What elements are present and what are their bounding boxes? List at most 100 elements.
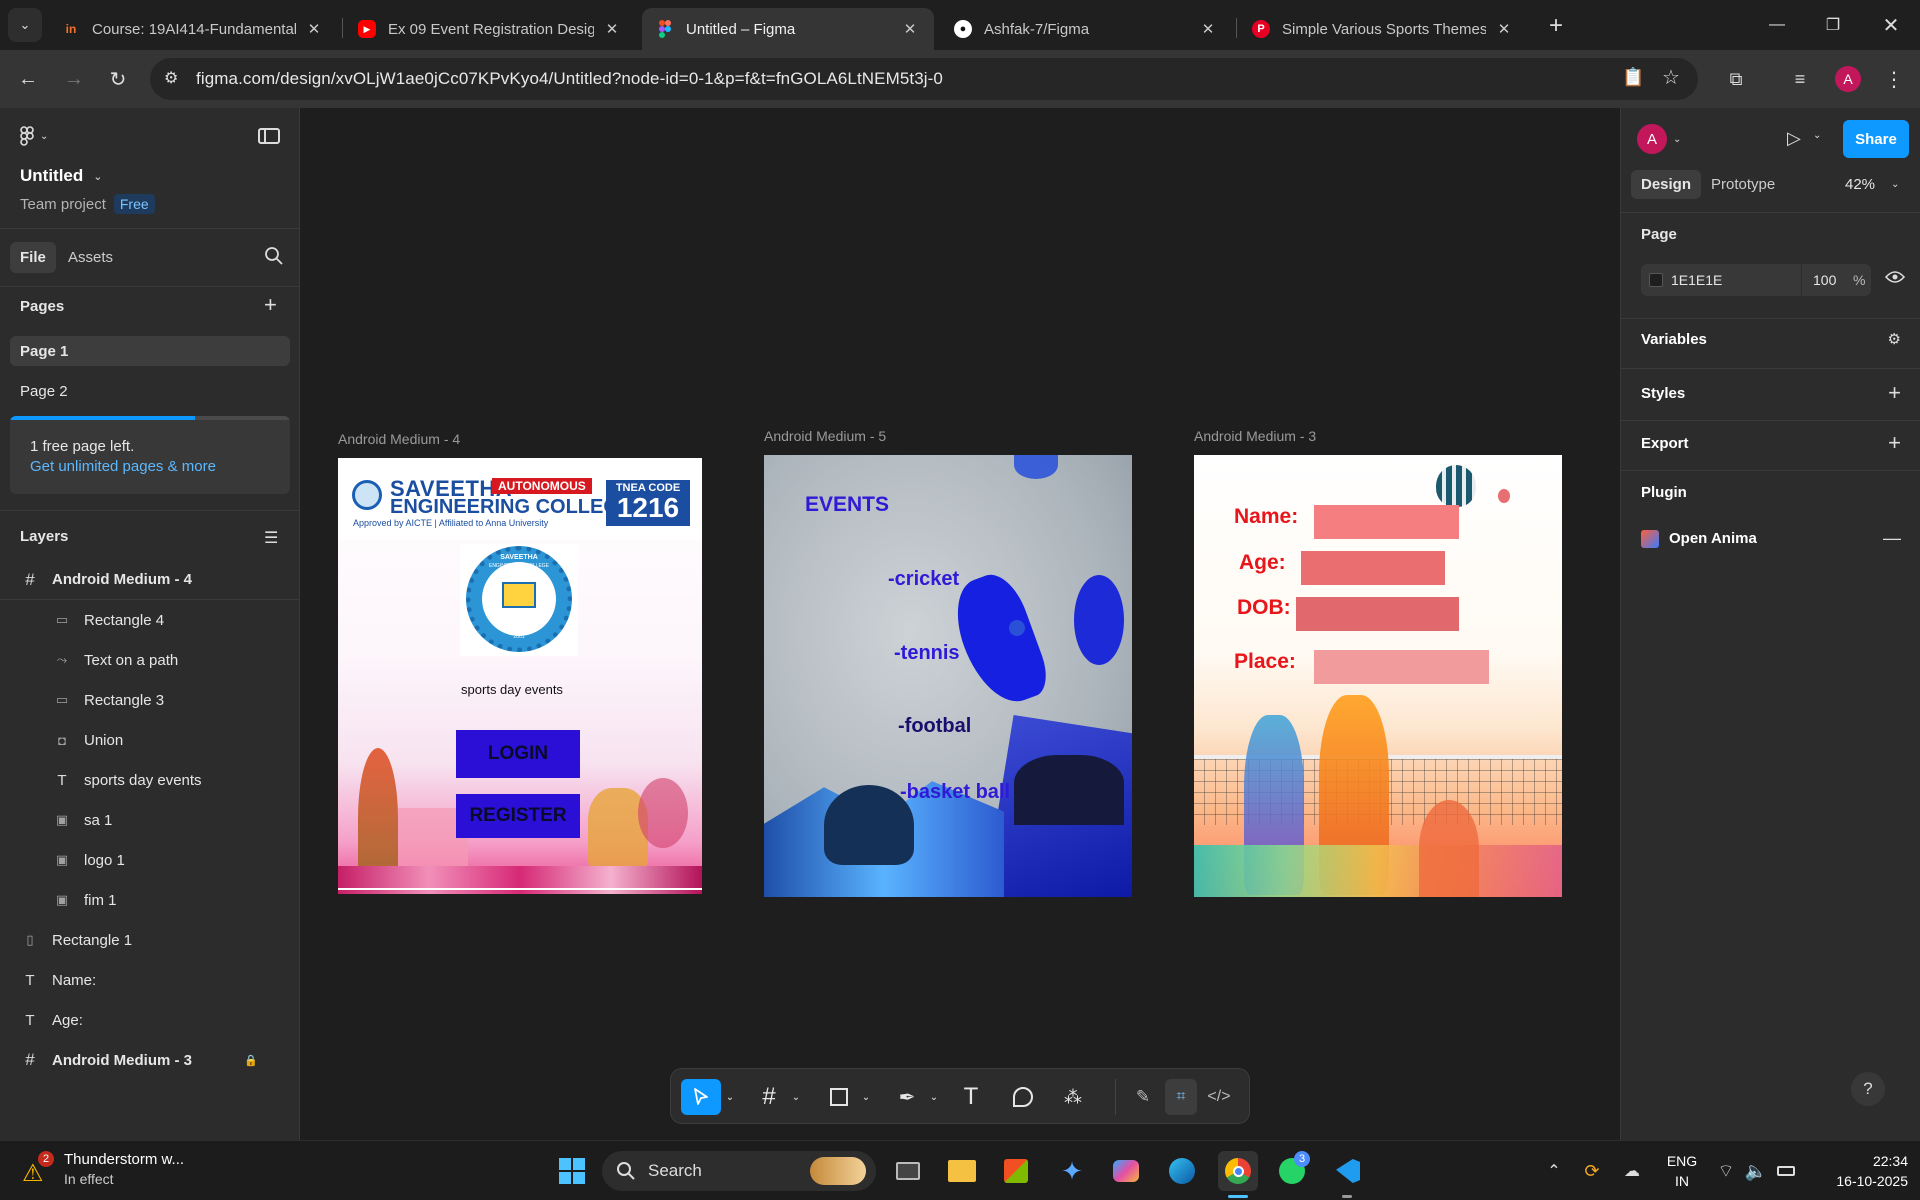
dev-mode-icon[interactable]: </> bbox=[1201, 1079, 1237, 1115]
layer-item[interactable]: T Name: bbox=[0, 960, 299, 1000]
tab-file[interactable]: File bbox=[10, 242, 56, 273]
styles-section[interactable]: Styles + bbox=[1641, 380, 1901, 406]
layer-item[interactable]: ▣ fim 1 bbox=[0, 880, 299, 920]
comment-tool-icon[interactable] bbox=[1005, 1079, 1041, 1115]
layer-item[interactable]: Tsports day events bbox=[0, 760, 299, 800]
actions-tool-icon[interactable]: ⁂ bbox=[1055, 1079, 1091, 1115]
close-icon[interactable]: ✕ bbox=[900, 20, 920, 38]
tab-github[interactable]: ● Ashfak-7/Figma ✕ bbox=[940, 8, 1232, 50]
restore-icon[interactable]: ❐ bbox=[1808, 8, 1858, 42]
text-tool-icon[interactable]: T bbox=[953, 1079, 989, 1115]
frame-android-medium-4[interactable]: SAVEETHA AUTONOMOUS ENGINEERING COLLEGE … bbox=[338, 458, 702, 894]
tab-course[interactable]: in Course: 19AI414-Fundamentals ✕ bbox=[48, 8, 338, 50]
help-button[interactable]: ? bbox=[1851, 1072, 1885, 1106]
page-color-hex[interactable]: 1E1E1E bbox=[1671, 272, 1722, 288]
battery-icon[interactable] bbox=[1766, 1151, 1806, 1191]
present-play-icon[interactable]: ▷ bbox=[1787, 128, 1801, 149]
lock-icon[interactable]: 🔒 bbox=[244, 1054, 258, 1067]
figma-main-menu[interactable]: ⌄ bbox=[20, 126, 48, 146]
tab-search-button[interactable]: ⌄ bbox=[8, 8, 42, 42]
layer-item[interactable]: ▭ Rectangle 3 bbox=[0, 680, 299, 720]
tab-prototype[interactable]: Prototype bbox=[1711, 176, 1775, 193]
frame-label[interactable]: Android Medium - 5 bbox=[764, 428, 886, 444]
add-page-icon[interactable]: + bbox=[264, 292, 277, 318]
age-input[interactable] bbox=[1301, 551, 1445, 585]
login-button[interactable]: LOGIN bbox=[456, 730, 580, 778]
remove-plugin-icon[interactable]: — bbox=[1883, 528, 1901, 549]
variables-icon[interactable]: ⚙ bbox=[1888, 330, 1901, 348]
plugin-item[interactable]: Open Anima — bbox=[1641, 528, 1901, 549]
language-indicator[interactable]: ENG IN bbox=[1660, 1151, 1704, 1191]
rectangle-tool-icon[interactable] bbox=[821, 1079, 857, 1115]
profile-avatar[interactable]: A bbox=[1830, 61, 1866, 97]
frame-android-medium-3[interactable]: Name: Age: DOB: Place: bbox=[1194, 455, 1562, 897]
task-view-icon[interactable] bbox=[888, 1151, 928, 1191]
page-item-2[interactable]: Page 2 bbox=[10, 376, 290, 406]
add-export-icon[interactable]: + bbox=[1888, 430, 1901, 456]
forward-icon[interactable]: → bbox=[56, 61, 92, 97]
layer-item[interactable]: # Android Medium - 3 🔒 bbox=[0, 1040, 299, 1080]
bookmark-star-icon[interactable]: ☆ bbox=[1662, 65, 1680, 90]
taskbar-search[interactable]: Search bbox=[602, 1151, 876, 1191]
clock[interactable]: 22:34 16-10-2025 bbox=[1812, 1151, 1908, 1191]
close-icon[interactable]: ✕ bbox=[1494, 20, 1514, 38]
frame-label[interactable]: Android Medium - 4 bbox=[338, 431, 460, 447]
whatsapp-icon[interactable]: 3 bbox=[1272, 1151, 1312, 1191]
project-name[interactable]: Team project bbox=[20, 196, 106, 213]
sync-icon[interactable]: ⟳ bbox=[1572, 1151, 1612, 1191]
onedrive-icon[interactable]: ☁ bbox=[1612, 1151, 1652, 1191]
tab-youtube[interactable]: ▶ Ex 09 Event Registration Design ✕ bbox=[344, 8, 636, 50]
tray-chevron-up-icon[interactable]: ⌃ bbox=[1534, 1151, 1574, 1191]
frame-android-medium-5[interactable]: EVENTS -cricket -tennis -footbal -basket… bbox=[764, 455, 1132, 897]
register-button[interactable]: REGISTER bbox=[456, 794, 580, 838]
eye-icon[interactable] bbox=[1884, 270, 1906, 289]
start-button[interactable] bbox=[552, 1151, 592, 1191]
copilot-icon[interactable] bbox=[1106, 1151, 1146, 1191]
layer-item[interactable]: ▣ sa 1 bbox=[0, 800, 299, 840]
file-name[interactable]: Untitled ⌄ bbox=[20, 166, 103, 186]
export-section[interactable]: Export + bbox=[1641, 430, 1901, 456]
dob-input[interactable] bbox=[1296, 597, 1459, 631]
layers-options-icon[interactable]: ☰ bbox=[264, 528, 278, 548]
design-mode-icon[interactable]: ⌗ bbox=[1165, 1079, 1197, 1115]
frame-tool-icon[interactable]: # bbox=[751, 1079, 787, 1115]
plan-badge[interactable]: Free bbox=[113, 194, 155, 214]
draw-mode-icon[interactable]: ✎ bbox=[1125, 1079, 1161, 1115]
chevron-down-icon[interactable]: ⌄ bbox=[859, 1079, 873, 1115]
extensions-icon[interactable]: ⧉ bbox=[1718, 61, 1754, 97]
tab-figma[interactable]: Untitled – Figma ✕ bbox=[642, 8, 934, 50]
close-icon[interactable]: ✕ bbox=[1198, 20, 1218, 38]
file-explorer-icon[interactable] bbox=[942, 1151, 982, 1191]
tab-design[interactable]: Design bbox=[1631, 170, 1702, 199]
page-opacity[interactable]: 100 bbox=[1813, 272, 1836, 288]
vscode-icon[interactable] bbox=[1328, 1151, 1368, 1191]
close-icon[interactable]: ✕ bbox=[304, 20, 324, 38]
layer-item[interactable]: T Age: bbox=[0, 1000, 299, 1040]
upsell-link[interactable]: Get unlimited pages & more bbox=[30, 458, 216, 475]
media-controls-icon[interactable]: ≡ bbox=[1782, 61, 1818, 97]
tab-pinterest[interactable]: P Simple Various Sports Themes B ✕ bbox=[1238, 8, 1528, 50]
move-tool-button[interactable] bbox=[681, 1079, 721, 1115]
layer-item[interactable]: ▯ Rectangle 1 bbox=[0, 920, 299, 960]
page-item-1[interactable]: Page 1 bbox=[10, 336, 290, 366]
share-button[interactable]: Share bbox=[1843, 120, 1909, 158]
layer-item[interactable]: ⤳ Text on a path bbox=[0, 640, 299, 680]
chevron-down-icon[interactable]: ⌄ bbox=[723, 1079, 737, 1115]
chevron-down-icon[interactable]: ⌄ bbox=[789, 1079, 803, 1115]
copilot-sparkle-icon[interactable]: ✦ bbox=[1052, 1151, 1092, 1191]
chevron-down-icon[interactable]: ⌄ bbox=[927, 1079, 941, 1115]
layer-item[interactable]: ◘ Union bbox=[0, 720, 299, 760]
variables-section[interactable]: Variables ⚙ bbox=[1641, 330, 1901, 349]
frame-label[interactable]: Android Medium - 3 bbox=[1194, 428, 1316, 444]
tab-assets[interactable]: Assets bbox=[68, 249, 113, 266]
name-input[interactable] bbox=[1314, 505, 1459, 539]
minimize-icon[interactable]: — bbox=[1752, 8, 1802, 42]
clipboard-icon[interactable]: 📋 bbox=[1622, 67, 1644, 88]
address-bar[interactable]: ⚙ figma.com/design/xvOLjW1ae0jCc07KPvKyo… bbox=[150, 58, 1698, 100]
layer-item[interactable]: # Android Medium - 4 bbox=[0, 560, 299, 600]
add-style-icon[interactable]: + bbox=[1888, 380, 1901, 406]
close-window-icon[interactable]: ✕ bbox=[1866, 8, 1916, 42]
pen-tool-icon[interactable]: ✒ bbox=[889, 1079, 925, 1115]
multiplayer-avatar[interactable]: A ⌄ bbox=[1637, 124, 1681, 154]
new-tab-button[interactable]: + bbox=[1538, 8, 1574, 44]
